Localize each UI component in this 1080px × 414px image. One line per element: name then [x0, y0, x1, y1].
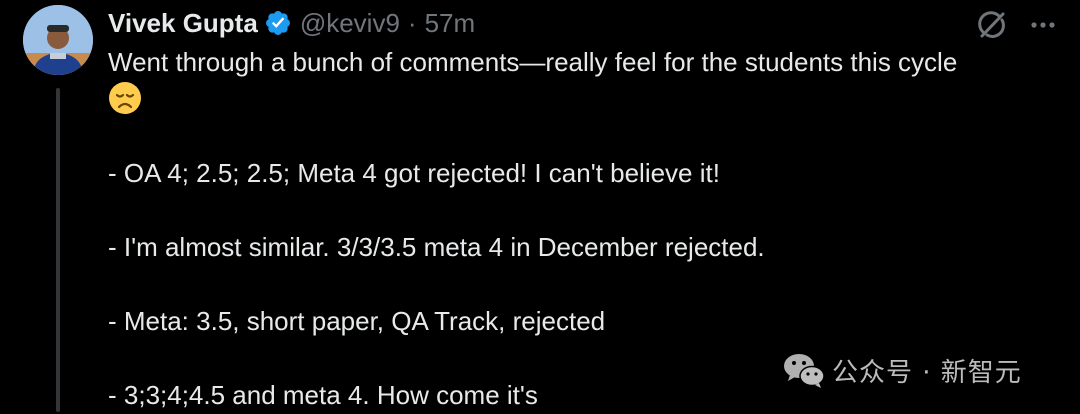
avatar[interactable]	[23, 5, 93, 75]
grok-icon[interactable]	[975, 8, 1009, 42]
tweet: Vivek Gupta @keviv9 · 57m Went through a…	[0, 0, 1080, 412]
author-name[interactable]: Vivek Gupta	[108, 8, 258, 39]
wechat-logo-icon	[782, 350, 826, 390]
watermark: 公众号 · 新智元	[782, 350, 1022, 390]
emoji-line	[108, 81, 1058, 118]
author-handle[interactable]: @keviv9	[300, 8, 400, 39]
body-line: - OA 4; 2.5; 2.5; Meta 4 got rejected! I…	[108, 158, 720, 188]
watermark-text: 公众号 · 新智元	[832, 357, 1022, 388]
tweet-header: Vivek Gupta @keviv9 · 57m	[108, 6, 475, 40]
thread-line	[56, 88, 60, 412]
separator: ·	[407, 7, 417, 38]
body-line: Went through a bunch of comments—really …	[108, 47, 958, 77]
timestamp[interactable]: 57m	[425, 8, 476, 39]
body-line: - Meta: 3.5, short paper, QA Track, reje…	[108, 306, 606, 336]
disappointed-face-emoji	[108, 81, 142, 115]
verified-badge-icon	[264, 9, 292, 37]
body-line: - I'm almost similar. 3/3/3.5 meta 4 in …	[108, 232, 765, 262]
avatar-image	[23, 5, 93, 75]
more-options-icon[interactable]	[1028, 10, 1058, 40]
